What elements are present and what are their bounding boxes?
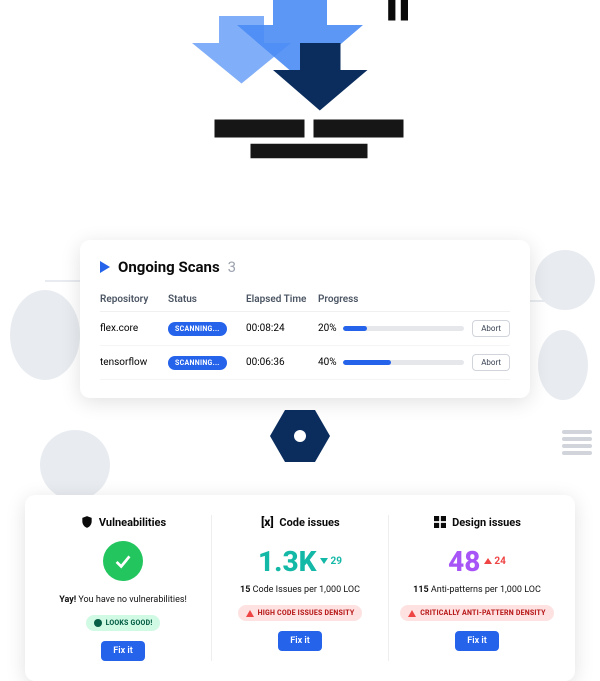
hexagon-icon	[270, 410, 330, 462]
repo-name: tensorflow	[100, 357, 168, 368]
scan-table: Repository Status Elapsed Time Progress …	[100, 288, 510, 380]
status-badge: SCANNING...	[168, 322, 227, 336]
scans-title: Ongoing Scans	[118, 258, 220, 276]
design-issues-value: 48 24	[448, 541, 506, 581]
progress-pct: 20%	[318, 323, 337, 334]
hero-graphic	[150, 0, 450, 160]
warning-icon	[246, 610, 254, 617]
design-density: 115 Anti-patterns per 1,000 LOC	[413, 585, 541, 595]
grid-icon	[433, 515, 447, 529]
col-header-status: Status	[168, 294, 246, 305]
status-badge-high: HIGH CODE ISSUES DENSITY	[238, 605, 363, 621]
check-circle-icon	[103, 541, 143, 581]
ongoing-scans-card: Ongoing Scans 3 Repository Status Elapse…	[80, 240, 530, 398]
design-issues-panel: Design issues 48 24 115 Anti-patterns pe…	[389, 515, 565, 661]
play-icon	[100, 261, 110, 273]
code-issues-panel: [x] Code issues 1.3K 29 15 Code Issues p…	[212, 515, 389, 661]
vuln-message: Yay! You have no vulnerabilities!	[59, 595, 187, 605]
status-badge-critical: CRITICALLY ANTI-PATTERN DENSITY	[400, 605, 554, 621]
abort-button[interactable]: Abort	[472, 320, 510, 337]
table-row: tensorflow SCANNING... 00:06:36 40% Abor…	[100, 346, 510, 380]
delta-down: 29	[320, 556, 341, 567]
progress-pct: 40%	[318, 357, 337, 368]
warning-icon	[408, 610, 416, 617]
brackets-icon: [x]	[260, 515, 274, 529]
elapsed-time: 00:06:36	[246, 357, 318, 368]
progress-bar	[343, 326, 464, 331]
abort-button[interactable]: Abort	[472, 354, 510, 371]
fix-button[interactable]: Fix it	[278, 631, 321, 651]
status-badge-good: LOOKS GOOD!	[86, 615, 161, 631]
elapsed-time: 00:08:24	[246, 323, 318, 334]
metrics-card: Vulneabilities Yay! You have no vulnerab…	[25, 495, 575, 681]
progress-bar	[343, 360, 464, 365]
scans-count: 3	[228, 258, 236, 276]
col-header-progress: Progress	[318, 294, 464, 305]
shield-icon	[80, 515, 94, 529]
metric-title: Code issues	[279, 516, 339, 529]
code-density: 15 Code Issues per 1,000 LOC	[240, 585, 360, 595]
fix-button[interactable]: Fix it	[101, 641, 144, 661]
repo-name: flex.core	[100, 323, 168, 334]
fix-button[interactable]: Fix it	[455, 631, 498, 651]
table-row: flex.core SCANNING... 00:08:24 20% Abort	[100, 312, 510, 346]
metric-title: Vulneabilities	[99, 516, 166, 529]
code-issues-value: 1.3K 29	[258, 541, 342, 581]
col-header-repo: Repository	[100, 294, 168, 305]
metric-title: Design issues	[452, 516, 521, 529]
vulnerabilities-panel: Vulneabilities Yay! You have no vulnerab…	[35, 515, 212, 661]
col-header-time: Elapsed Time	[246, 294, 318, 305]
delta-up: 24	[484, 556, 505, 567]
status-badge: SCANNING...	[168, 356, 227, 370]
